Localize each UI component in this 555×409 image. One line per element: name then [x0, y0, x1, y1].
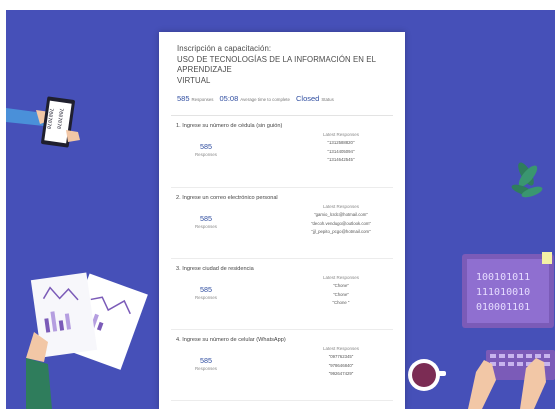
- tablet-illustration: 7007070 7007070: [6, 96, 80, 148]
- form-status-caption: Status: [321, 97, 334, 102]
- question-response-count: 585 Responses: [181, 214, 231, 229]
- latest-item: "jjl_pepito_pcgo@hotmail.com": [311, 229, 371, 234]
- latest-item: "992647429": [328, 371, 354, 376]
- question-4[interactable]: 4. Ingrese su número de celular (WhatsAp…: [171, 330, 393, 401]
- latest-header: Latest Responses: [322, 204, 360, 209]
- form-summary-card: Inscripción a capacitación: USO DE TECNO…: [159, 32, 405, 409]
- form-stats: 585 Responses 05:08 Average time to comp…: [177, 94, 387, 103]
- frame-top: [0, 0, 555, 10]
- latest-responses: Latest Responses "Chone" "Chone" "Chone …: [281, 275, 401, 308]
- latest-item: "Chone": [333, 291, 349, 297]
- latest-responses: Latest Responses "1312588820" "131440509…: [281, 132, 401, 165]
- latest-item: "097762345": [328, 354, 354, 359]
- documents-illustration: [26, 272, 148, 409]
- latest-item: "1312588820": [327, 140, 355, 145]
- latest-header: Latest Responses: [322, 132, 360, 137]
- latest-item: "gamio_lcrdc@hotmail.com": [314, 212, 368, 217]
- avg-time-caption: Average time to complete: [240, 97, 290, 102]
- latest-responses: Latest Responses "097762345" "978646840"…: [281, 346, 401, 379]
- question-response-count: 585 Responses: [181, 285, 231, 300]
- question-response-count: 585 Responses: [181, 142, 231, 157]
- count-caption: Responses: [195, 366, 217, 371]
- question-title: 4. Ingrese su número de celular (WhatsAp…: [176, 337, 286, 343]
- form-title-line-2: USO DE TECNOLOGÍAS DE LA INFORMACIÓN EN …: [177, 54, 376, 75]
- count-number: 585: [200, 214, 212, 223]
- form-title-line-1: Inscripción a capacitación:: [177, 44, 272, 53]
- count-number: 585: [200, 356, 212, 365]
- latest-item: "1314642545": [327, 157, 355, 162]
- latest-header: Latest Responses: [322, 346, 360, 351]
- form-title: Inscripción a capacitación: USO DE TECNO…: [177, 44, 387, 86]
- question-2[interactable]: 2. Ingrese un correo electrónico persona…: [171, 188, 393, 259]
- monitor-text-2: 111010010: [476, 287, 530, 298]
- latest-item: "Chone ": [332, 300, 350, 305]
- plant-illustration: [511, 162, 543, 198]
- responses-caption: Responses: [191, 97, 214, 102]
- monitor-text-1: 100101011: [476, 272, 530, 283]
- form-status: Closed: [295, 94, 320, 103]
- question-title: 3. Ingrese ciudad de residencia: [176, 266, 254, 272]
- question-title: 2. Ingrese un correo electrónico persona…: [176, 195, 278, 201]
- count-caption: Responses: [195, 224, 217, 229]
- count-caption: Responses: [195, 295, 217, 300]
- latest-header: Latest Responses: [322, 275, 360, 280]
- count-number: 585: [200, 142, 212, 151]
- avg-time: 05:08: [219, 94, 239, 103]
- responses-count: 585: [177, 94, 190, 103]
- question-title: 1. Ingrese su número de cédula (sin guió…: [176, 123, 283, 129]
- form-title-line-3: VIRTUAL: [177, 75, 211, 85]
- count-caption: Responses: [195, 152, 217, 157]
- question-response-count: 585 Responses: [181, 356, 231, 371]
- latest-item: "decoh.vendugo@outlook.com": [311, 220, 371, 226]
- form-header: Inscripción a capacitación: USO DE TECNO…: [159, 32, 405, 103]
- latest-item: "Chone": [333, 283, 349, 288]
- question-3[interactable]: 3. Ingrese ciudad de residencia 585 Resp…: [171, 259, 393, 330]
- count-number: 585: [200, 285, 212, 294]
- question-1[interactable]: 1. Ingrese su número de cédula (sin guió…: [171, 116, 393, 188]
- latest-item: "978646840": [328, 362, 354, 368]
- coffee-cup-illustration: [408, 359, 446, 391]
- monitor-illustration: 100101011 111010010 010001101: [462, 252, 555, 409]
- latest-item: "1314405094": [327, 148, 355, 154]
- latest-responses: Latest Responses "gamio_lcrdc@hotmail.co…: [281, 204, 401, 237]
- monitor-text-3: 010001101: [476, 302, 530, 313]
